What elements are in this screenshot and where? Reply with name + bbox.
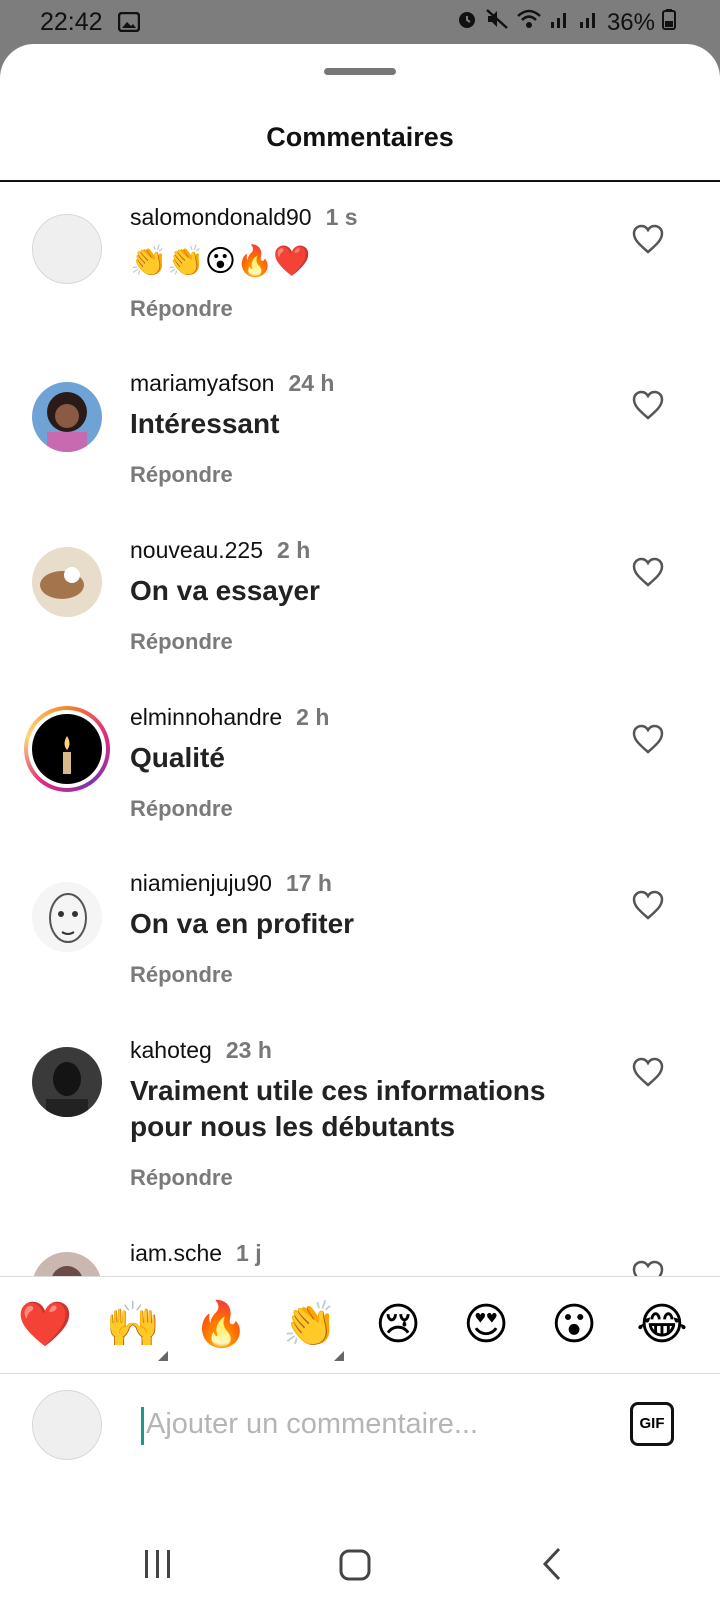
- comment-composer: Ajouter un commentaire... GIF: [0, 1374, 720, 1474]
- status-time: 22:42: [40, 8, 103, 36]
- avatar[interactable]: [32, 214, 102, 284]
- battery-level: 36%: [606, 8, 655, 36]
- skin-tone-indicator: [158, 1351, 168, 1361]
- comment-time: 2 h: [277, 537, 311, 563]
- system-nav-bar: [0, 1498, 720, 1600]
- comment-time: 1 s: [325, 204, 358, 230]
- quick-reactions-bar: ❤️ 🙌 🔥 👏 😢 😍 😮 😂: [0, 1276, 720, 1374]
- avatar[interactable]: [32, 382, 102, 452]
- comment-username[interactable]: iam.sche: [130, 1240, 222, 1266]
- story-ring[interactable]: [24, 706, 110, 792]
- comment-text: On va essayer: [130, 575, 320, 606]
- heart-icon[interactable]: [632, 890, 664, 925]
- gallery-notification-icon: [117, 11, 141, 37]
- comment-username[interactable]: niamienjuju90: [130, 870, 272, 896]
- avatar[interactable]: [32, 547, 102, 617]
- comment-text-line: pour nous les débutants: [130, 1111, 456, 1142]
- comment-username[interactable]: elminnohandre: [130, 704, 282, 730]
- battery-icon: [662, 8, 676, 37]
- reaction-heart[interactable]: ❤️: [17, 1299, 73, 1351]
- reaction-crying[interactable]: 😢: [370, 1299, 426, 1351]
- sheet-title: Commentaires: [266, 122, 454, 152]
- avatar[interactable]: [32, 1047, 102, 1117]
- heart-icon[interactable]: [632, 390, 664, 425]
- reply-button[interactable]: Répondre: [130, 462, 233, 488]
- comment-text: 👏👏😮🔥❤️: [130, 245, 311, 278]
- drag-handle[interactable]: [324, 68, 396, 75]
- comments-sheet: Commentaires salomondonald90 1 s 👏👏😮🔥❤️ R…: [0, 44, 720, 1600]
- reply-button[interactable]: Répondre: [130, 1165, 233, 1191]
- avatar: [32, 1390, 102, 1460]
- heart-icon[interactable]: [632, 557, 664, 592]
- reply-button[interactable]: Répondre: [130, 796, 233, 822]
- comment-text-line: Vraiment utile ces informations: [130, 1075, 546, 1106]
- reaction-surprised[interactable]: 😮: [546, 1299, 602, 1351]
- comment-username[interactable]: mariamyafson: [130, 370, 274, 396]
- comment-input[interactable]: Ajouter un commentaire...: [146, 1408, 478, 1441]
- home-icon[interactable]: [338, 1548, 372, 1587]
- reply-button[interactable]: Répondre: [130, 962, 233, 988]
- avatar[interactable]: [32, 714, 102, 784]
- comment-username[interactable]: nouveau.225: [130, 537, 263, 563]
- comment-username[interactable]: kahoteg: [130, 1037, 212, 1063]
- alarm-icon: [456, 8, 478, 37]
- heart-icon[interactable]: [632, 724, 664, 759]
- mute-icon: [485, 8, 509, 37]
- reply-button[interactable]: Répondre: [130, 629, 233, 655]
- skin-tone-indicator: [334, 1351, 344, 1361]
- comment-text: Intéressant: [130, 408, 280, 439]
- avatar[interactable]: [32, 882, 102, 952]
- comment-text: On va en profiter: [130, 908, 355, 939]
- recents-icon[interactable]: [142, 1548, 174, 1585]
- comment-text: Vraiment utile ces informations pour nou…: [130, 1073, 580, 1145]
- reaction-laughing[interactable]: 😂: [634, 1299, 690, 1351]
- comment-text: Qualité: [130, 742, 225, 773]
- reaction-heart-eyes[interactable]: 😍: [458, 1299, 514, 1351]
- comment-list[interactable]: salomondonald90 1 s 👏👏😮🔥❤️ Répondre maria…: [0, 182, 720, 1350]
- gif-icon[interactable]: GIF: [630, 1402, 674, 1446]
- back-icon[interactable]: [540, 1546, 564, 1587]
- status-bar: 22:42 36%: [0, 0, 720, 46]
- heart-icon[interactable]: [632, 224, 664, 259]
- signal-icon: [549, 8, 571, 37]
- reply-button[interactable]: Répondre: [130, 296, 233, 322]
- wifi-icon: [516, 8, 542, 37]
- comment-username[interactable]: salomondonald90: [130, 204, 312, 230]
- comment-time: 23 h: [225, 1037, 272, 1063]
- comment-time: 1 j: [236, 1240, 262, 1266]
- reaction-raised-hands[interactable]: 🙌: [105, 1299, 161, 1351]
- comment-time: 24 h: [288, 370, 335, 396]
- signal-icon-2: [578, 8, 600, 37]
- comment-time: 2 h: [296, 704, 330, 730]
- comment-time: 17 h: [285, 870, 332, 896]
- text-cursor: [141, 1407, 144, 1445]
- reaction-fire[interactable]: 🔥: [193, 1299, 249, 1351]
- reaction-clapping[interactable]: 👏: [282, 1299, 338, 1351]
- heart-icon[interactable]: [632, 1057, 664, 1092]
